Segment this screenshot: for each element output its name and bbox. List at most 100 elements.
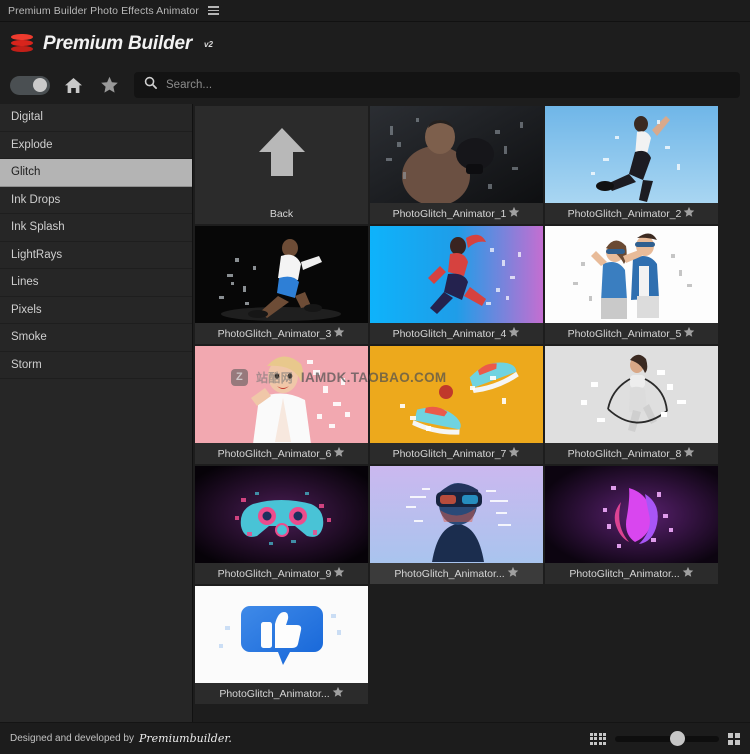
thumbnail-label: PhotoGlitch_Animator_2 [567,207,682,220]
thumbnail-caption: PhotoGlitch_Animator... [370,563,543,584]
back-tile[interactable]: Back [195,106,368,224]
star-icon[interactable] [683,445,695,463]
thumbnail-image [545,466,718,563]
back-thumbnail [195,106,368,203]
thumbnail-image [195,466,368,563]
back-caption: Back [195,203,368,224]
thumbnail-caption: PhotoGlitch_Animator_3 [195,323,368,344]
brand-name: Premium Builder [43,33,193,54]
thumbnail-tile[interactable]: PhotoGlitch_Animator_9 [195,466,368,584]
sidebar-item-label: Explode [11,138,53,151]
thumbnail-label: PhotoGlitch_Animator... [394,567,505,580]
credit-line: Designed and developed by Premiumbuilder… [10,732,232,745]
thumbnail-label: PhotoGlitch_Animator_4 [392,327,507,340]
thumbnail-label: PhotoGlitch_Animator_3 [217,327,332,340]
sidebar-item-pixels[interactable]: Pixels [0,297,192,324]
thumbnail-tile[interactable]: PhotoGlitch_Animator_7 [370,346,543,464]
thumbnail-caption: PhotoGlitch_Animator_5 [545,323,718,344]
sidebar-item-glitch[interactable]: Glitch [0,159,192,187]
home-icon[interactable] [60,72,86,98]
thumbnail-image [195,346,368,443]
thumbnail-image [545,346,718,443]
thumbnail-tile[interactable]: PhotoGlitch_Animator... [195,586,368,704]
layers-stack-icon [10,32,34,56]
thumbnail-tile[interactable]: PhotoGlitch_Animator_2 [545,106,718,224]
thumbnail-caption: PhotoGlitch_Animator... [545,563,718,584]
thumbnail-image [545,106,718,203]
thumbnail-image [545,226,718,323]
footer-bar: Designed and developed by Premiumbuilder… [0,722,750,754]
thumbnail-grid: Back PhotoGlitch_Animator_1 PhotoGlitch_… [193,104,750,704]
thumbnail-image [370,346,543,443]
sidebar-item-smoke[interactable]: Smoke [0,324,192,352]
thumbnail-tile[interactable]: PhotoGlitch_Animator... [545,466,718,584]
sidebar-item-label: Ink Drops [11,193,61,206]
thumbnail-caption: PhotoGlitch_Animator_6 [195,443,368,464]
search-bar[interactable] [134,72,740,98]
credit-prefix: Designed and developed by [10,733,134,744]
sidebar-item-explode[interactable]: Explode [0,132,192,159]
hamburger-menu-icon[interactable] [207,4,220,17]
star-icon[interactable] [683,325,695,343]
sidebar-item-ink-drops[interactable]: Ink Drops [0,187,192,214]
library-toggle[interactable] [10,75,50,95]
thumbnail-caption: PhotoGlitch_Animator_8 [545,443,718,464]
star-icon[interactable] [333,565,345,583]
thumbnail-caption: PhotoGlitch_Animator_2 [545,203,718,224]
star-icon[interactable] [508,325,520,343]
star-icon[interactable] [683,205,695,223]
window-title-bar: Premium Builder Photo Effects Animator [0,0,750,22]
star-icon[interactable] [333,325,345,343]
thumbnail-label: PhotoGlitch_Animator_9 [217,567,332,580]
thumbnail-label: PhotoGlitch_Animator... [569,567,680,580]
sidebar-item-lines[interactable]: Lines [0,269,192,297]
credit-brand: Premiumbuilder. [138,732,232,745]
thumbnail-caption: PhotoGlitch_Animator_1 [370,203,543,224]
sidebar-item-storm[interactable]: Storm [0,352,192,379]
thumbnail-tile[interactable]: PhotoGlitch_Animator_1 [370,106,543,224]
thumbnail-size-control [589,730,740,746]
thumbnail-tile[interactable]: PhotoGlitch_Animator_8 [545,346,718,464]
thumbnail-label: PhotoGlitch_Animator_8 [567,447,682,460]
thumbnail-tile[interactable]: PhotoGlitch_Animator_3 [195,226,368,344]
thumbnail-tile[interactable]: PhotoGlitch_Animator_4 [370,226,543,344]
sidebar-item-label: Digital [11,111,43,124]
star-icon[interactable] [332,685,344,703]
sidebar-item-ink-splash[interactable]: Ink Splash [0,214,192,242]
main-toolbar [0,66,750,104]
arrow-up-icon [257,126,307,183]
thumbnail-label: PhotoGlitch_Animator_6 [217,447,332,460]
star-icon[interactable] [508,445,520,463]
star-icon[interactable] [682,565,694,583]
thumbnail-panel[interactable]: Back PhotoGlitch_Animator_1 PhotoGlitch_… [193,104,750,722]
sidebar-item-label: Storm [11,358,42,371]
grid-large-icon[interactable] [728,732,740,745]
main-area: Digital Explode Glitch Ink Drops Ink Splash L… [0,104,750,722]
brand-bar: Premium Builder v2 [0,22,750,66]
star-icon[interactable] [508,205,520,223]
thumbnail-size-slider[interactable] [615,730,719,746]
thumbnail-caption: PhotoGlitch_Animator_9 [195,563,368,584]
sidebar-item-label: Smoke [11,331,47,344]
back-label: Back [269,207,294,220]
category-sidebar[interactable]: Digital Explode Glitch Ink Drops Ink Splash L… [0,104,193,722]
sidebar-item-label: LightRays [11,248,63,261]
slider-handle[interactable] [670,730,685,746]
window-title: Premium Builder Photo Effects Animator [8,4,199,17]
brand-version: v2 [204,39,213,49]
thumbnail-tile[interactable]: PhotoGlitch_Animator_5 [545,226,718,344]
thumbnail-caption: PhotoGlitch_Animator_7 [370,443,543,464]
thumbnail-image [195,586,368,683]
search-input[interactable] [166,79,730,91]
thumbnail-label: PhotoGlitch_Animator... [219,687,330,700]
thumbnail-tile[interactable]: PhotoGlitch_Animator_6 [195,346,368,464]
thumbnail-tile[interactable]: PhotoGlitch_Animator... [370,466,543,584]
sidebar-item-lightrays[interactable]: LightRays [0,242,192,269]
star-icon[interactable] [507,565,519,583]
star-icon[interactable] [333,445,345,463]
sidebar-item-digital[interactable]: Digital [0,104,192,132]
search-icon [144,76,157,94]
thumbnail-image [370,226,543,323]
favorites-star-icon[interactable] [96,72,122,98]
grid-small-icon[interactable] [589,732,606,745]
